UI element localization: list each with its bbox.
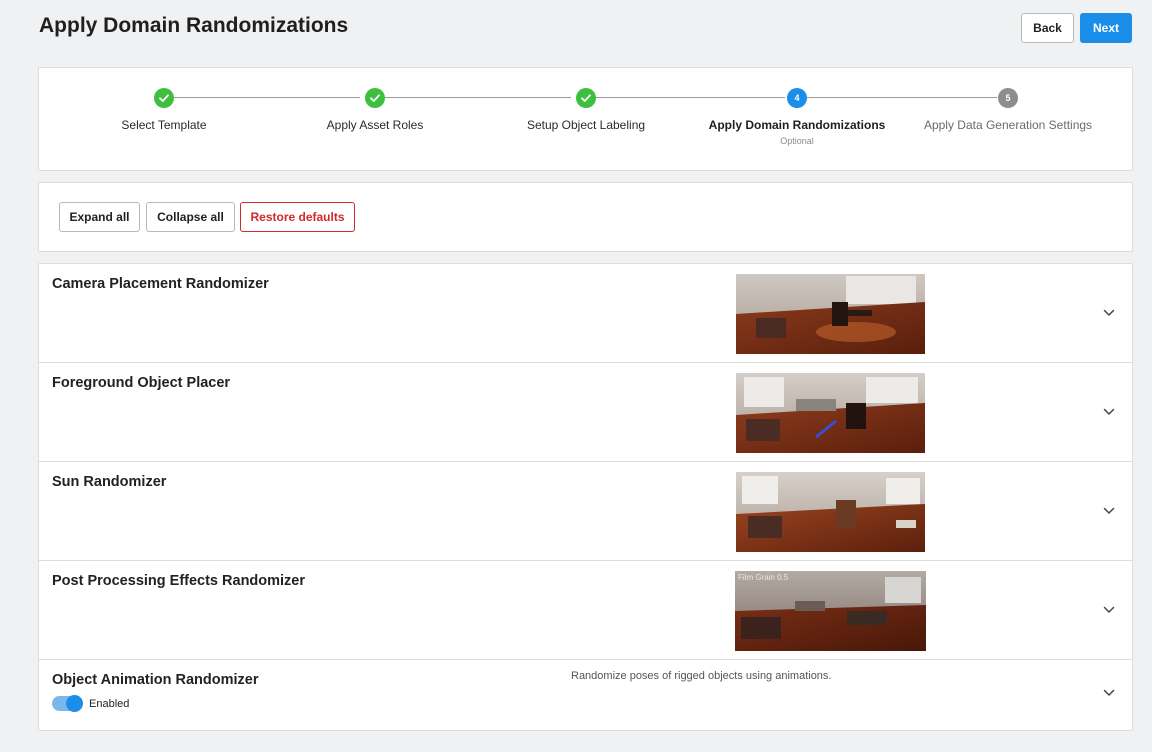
randomizer-thumbnail: Film Grain 0.5 <box>735 571 926 651</box>
step-number: 4 <box>787 88 807 108</box>
step-select-template[interactable]: Select Template <box>64 88 264 132</box>
check-icon <box>576 88 596 108</box>
page-title: Apply Domain Randomizations <box>39 14 349 37</box>
expand-all-button[interactable]: Expand all <box>59 202 140 232</box>
back-button[interactable]: Back <box>1021 13 1074 43</box>
randomizer-thumbnail <box>736 373 925 453</box>
chevron-down-icon[interactable] <box>1102 405 1116 419</box>
step-label: Apply Domain Randomizations <box>708 118 886 132</box>
next-button[interactable]: Next <box>1080 13 1132 43</box>
step-label: Apply Data Generation Settings <box>923 118 1093 132</box>
step-setup-object-labeling[interactable]: Setup Object Labeling <box>486 88 686 132</box>
check-icon <box>365 88 385 108</box>
toggle-label: Enabled <box>89 697 130 710</box>
step-label: Apply Asset Roles <box>326 118 424 132</box>
randomizer-title: Sun Randomizer <box>52 474 167 490</box>
step-label: Select Template <box>121 118 207 132</box>
randomizer-description: Randomize poses of rigged objects using … <box>571 670 832 682</box>
toolbar: Expand all Collapse all Restore defaults <box>38 182 1133 252</box>
randomizer-title: Post Processing Effects Randomizer <box>52 573 306 589</box>
randomizer-list: Camera Placement Randomizer Foreground O… <box>38 263 1133 731</box>
restore-defaults-button[interactable]: Restore defaults <box>240 202 355 232</box>
chevron-down-icon[interactable] <box>1102 603 1116 617</box>
chevron-down-icon[interactable] <box>1102 686 1116 700</box>
randomizer-thumbnail <box>736 472 925 552</box>
randomizer-row-camera-placement[interactable]: Camera Placement Randomizer <box>39 264 1132 363</box>
stepper: Select Template Apply Asset Roles Setup … <box>38 67 1133 171</box>
thumbnail-overlay-text: Film Grain 0.5 <box>738 573 789 582</box>
step-label: Setup Object Labeling <box>526 118 646 132</box>
step-apply-domain-randomizations[interactable]: 4 Apply Domain Randomizations Optional <box>697 88 897 146</box>
step-apply-asset-roles[interactable]: Apply Asset Roles <box>275 88 475 132</box>
randomizer-row-foreground-object-placer[interactable]: Foreground Object Placer <box>39 363 1132 462</box>
chevron-down-icon[interactable] <box>1102 504 1116 518</box>
toggle-knob <box>66 695 83 712</box>
randomizer-row-object-animation[interactable]: Object Animation Randomizer Randomize po… <box>39 660 1132 730</box>
step-sublabel: Optional <box>780 136 814 146</box>
randomizer-row-post-processing[interactable]: Post Processing Effects Randomizer Film … <box>39 561 1132 660</box>
collapse-all-button[interactable]: Collapse all <box>146 202 235 232</box>
enabled-toggle[interactable] <box>52 695 83 712</box>
randomizer-thumbnail <box>736 274 925 354</box>
randomizer-title: Foreground Object Placer <box>52 375 231 391</box>
chevron-down-icon[interactable] <box>1102 306 1116 320</box>
enabled-toggle-group: Enabled <box>52 695 130 712</box>
check-icon <box>154 88 174 108</box>
step-apply-data-generation-settings[interactable]: 5 Apply Data Generation Settings <box>908 88 1108 132</box>
randomizer-row-sun[interactable]: Sun Randomizer <box>39 462 1132 561</box>
randomizer-title: Object Animation Randomizer <box>52 672 259 688</box>
randomizer-title: Camera Placement Randomizer <box>52 276 269 292</box>
step-number: 5 <box>998 88 1018 108</box>
